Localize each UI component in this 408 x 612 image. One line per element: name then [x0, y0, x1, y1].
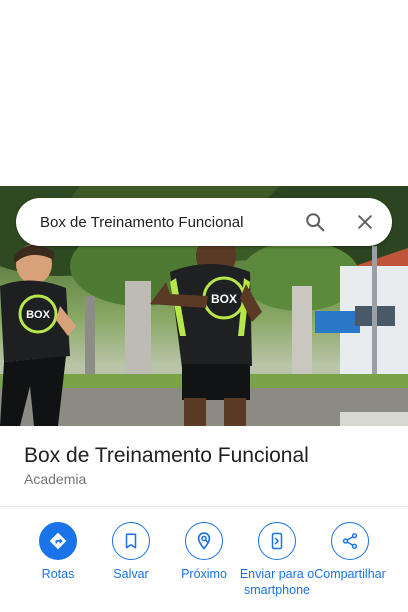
- search-icon: [306, 213, 325, 232]
- directions-label: Rotas: [41, 567, 75, 581]
- share-label: Compartilhar: [314, 567, 386, 581]
- directions-button[interactable]: Rotas: [20, 522, 96, 582]
- search-bar[interactable]: Box de Treinamento Funcional: [16, 198, 392, 246]
- share-button[interactable]: Compartilhar: [312, 522, 388, 582]
- close-icon: [358, 215, 372, 229]
- place-title: Box de Treinamento Funcional: [24, 444, 309, 467]
- nearby-circle[interactable]: [185, 522, 223, 560]
- share-circle[interactable]: [331, 522, 369, 560]
- nearby-icon: [197, 532, 211, 550]
- directions-icon: [49, 532, 67, 550]
- save-circle[interactable]: [112, 522, 150, 560]
- search-button[interactable]: [294, 201, 336, 243]
- bookmark-icon: [125, 533, 137, 549]
- svg-text:BOX: BOX: [211, 292, 237, 306]
- send-to-phone-icon: [271, 532, 283, 550]
- save-button[interactable]: Salvar: [93, 522, 169, 582]
- directions-circle[interactable]: [39, 522, 77, 560]
- send-to-phone-circle[interactable]: [258, 522, 296, 560]
- send-to-phone-label: Enviar para o smartphone: [239, 567, 315, 597]
- nearby-label: Próximo: [181, 567, 227, 581]
- svg-text:BOX: BOX: [26, 309, 51, 321]
- place-panel: BOX BOX Box de Treinamento Funcional Box…: [0, 0, 408, 612]
- close-button[interactable]: [344, 201, 386, 243]
- send-to-phone-button[interactable]: Enviar para o smartphone: [239, 522, 315, 598]
- place-category[interactable]: Academia: [24, 471, 86, 487]
- nearby-button[interactable]: Próximo: [166, 522, 242, 582]
- divider: [0, 506, 408, 507]
- share-icon: [342, 533, 358, 549]
- search-input[interactable]: Box de Treinamento Funcional: [40, 214, 294, 231]
- save-label: Salvar: [113, 567, 149, 581]
